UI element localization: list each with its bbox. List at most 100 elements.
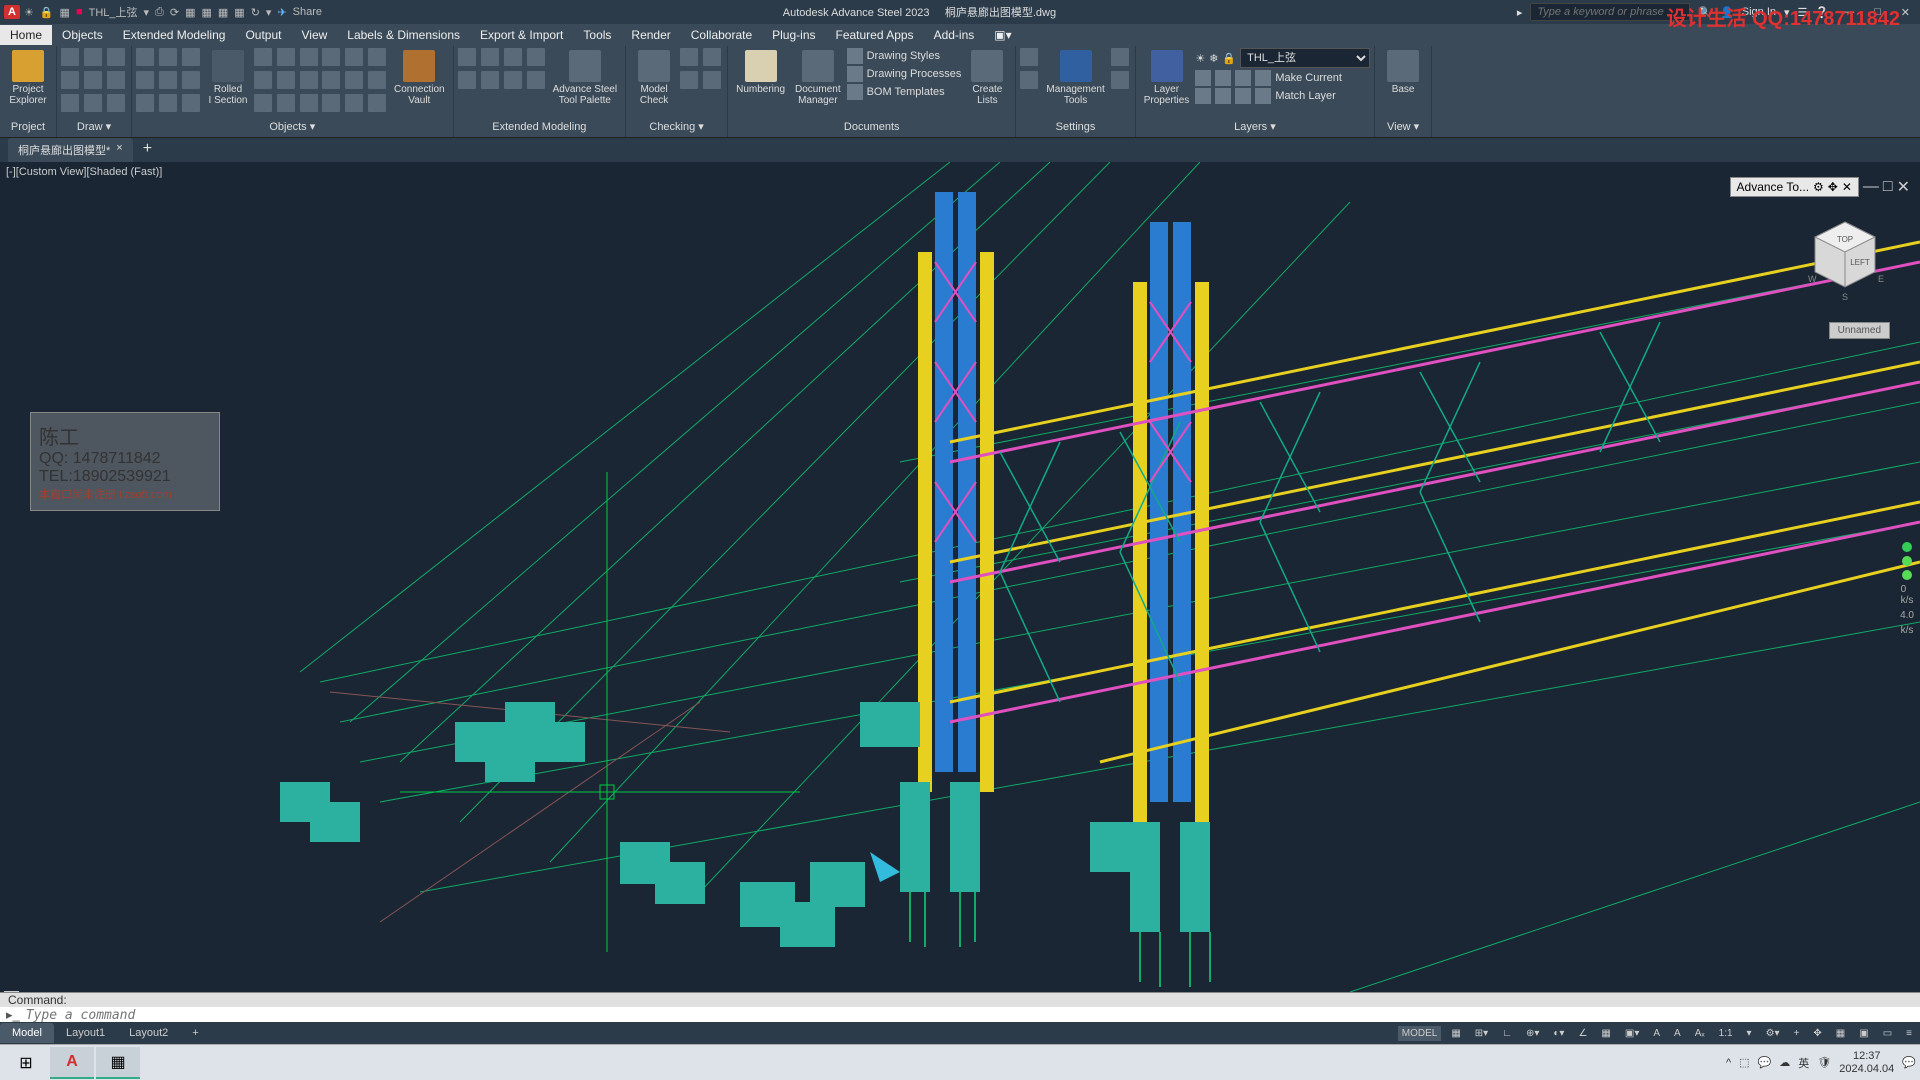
qat-icon[interactable]: ▦ — [60, 6, 70, 19]
drawing-processes-button[interactable]: Drawing Processes — [847, 66, 962, 82]
tray-icon[interactable]: ⬚ — [1739, 1056, 1749, 1069]
status-sc-icon[interactable]: Aₓ — [1691, 1026, 1709, 1041]
numbering-button[interactable]: Numbering — [732, 48, 789, 97]
status-vp-icon[interactable]: ▣ — [1855, 1026, 1872, 1041]
file-tab-close-icon[interactable]: × — [116, 142, 122, 158]
search-expand-icon[interactable]: ▸ — [1517, 6, 1523, 19]
status-scale[interactable]: 1:1 — [1715, 1026, 1737, 1041]
taskbar-app-advancesteel[interactable]: A — [50, 1047, 94, 1079]
obj-tool[interactable] — [182, 94, 200, 112]
status-polar-icon[interactable]: ⊕▾ — [1522, 1026, 1543, 1041]
obj-tool[interactable] — [136, 71, 154, 89]
command-input[interactable] — [26, 1008, 1920, 1023]
status-lwt-icon[interactable]: ▣▾ — [1621, 1026, 1643, 1041]
document-manager-button[interactable]: DocumentManager — [791, 48, 845, 108]
menu-labels-dimensions[interactable]: Labels & Dimensions — [337, 25, 470, 45]
vp-minimize-icon[interactable]: — — [1863, 178, 1879, 196]
obj-tool[interactable] — [368, 71, 386, 89]
obj-tool[interactable] — [300, 94, 318, 112]
check-tool[interactable] — [680, 48, 698, 66]
layer-combo[interactable]: THL_上弦 — [1240, 48, 1370, 68]
menu-featured-apps[interactable]: Featured Apps — [826, 25, 924, 45]
menu-extended-modeling[interactable]: Extended Modeling — [113, 25, 236, 45]
status-scale-drop-icon[interactable]: ▾ — [1743, 1026, 1756, 1041]
project-explorer-button[interactable]: ProjectExplorer — [4, 48, 52, 108]
taskbar-app-2[interactable]: ▦ — [96, 1047, 140, 1079]
extmod-tool[interactable] — [458, 48, 476, 66]
draw-tool[interactable] — [107, 94, 125, 112]
indicator-dot[interactable] — [1902, 542, 1912, 552]
extmod-tool[interactable] — [481, 71, 499, 89]
menu-tools[interactable]: Tools — [573, 25, 621, 45]
status-nav-icon[interactable]: ✥ — [1809, 1026, 1825, 1041]
share-icon[interactable]: ✈ — [277, 6, 286, 19]
qat-icon[interactable]: ▦ — [234, 6, 244, 19]
extmod-tool[interactable] — [504, 71, 522, 89]
menu-view[interactable]: View — [291, 25, 337, 45]
status-plus-icon[interactable]: + — [1790, 1026, 1804, 1041]
settings-tool[interactable] — [1111, 48, 1129, 66]
layer-state-icon[interactable]: ☀ — [1195, 52, 1205, 65]
obj-tool[interactable] — [182, 71, 200, 89]
settings-tool[interactable] — [1020, 71, 1038, 89]
file-tab[interactable]: 桐庐悬廊出图模型* × — [8, 138, 133, 162]
check-tool[interactable] — [680, 71, 698, 89]
draw-tool[interactable] — [61, 94, 79, 112]
draw-tool[interactable] — [84, 94, 102, 112]
extmod-tool[interactable] — [481, 48, 499, 66]
tray-notifications-icon[interactable]: 💬 — [1902, 1056, 1916, 1069]
obj-tool[interactable] — [277, 48, 295, 66]
obj-tool[interactable] — [300, 71, 318, 89]
nav-close-icon[interactable]: ✕ — [1842, 180, 1852, 194]
qat-icon[interactable]: ▦ — [201, 6, 211, 19]
rolled-isection-button[interactable]: RolledI Section — [204, 48, 252, 108]
check-tool[interactable] — [703, 71, 721, 89]
tray-icon[interactable]: 💬 — [1758, 1056, 1772, 1069]
nav-move-icon[interactable]: ✥ — [1828, 180, 1838, 194]
indicator-dot[interactable] — [1902, 570, 1912, 580]
obj-tool[interactable] — [322, 94, 340, 112]
obj-tool[interactable] — [159, 94, 177, 112]
obj-tool[interactable] — [277, 71, 295, 89]
status-transparency-icon[interactable]: A — [1649, 1026, 1664, 1041]
viewport[interactable]: [-][Custom View][Shaded (Fast)] — [0, 162, 1920, 992]
menu-home[interactable]: Home — [0, 25, 52, 45]
qat-icon[interactable]: ↻ — [251, 6, 260, 19]
status-osnap-icon[interactable]: ◐▾ — [1549, 1026, 1568, 1041]
check-tool[interactable] — [703, 48, 721, 66]
nav-toolbar[interactable]: Advance To... ⚙ ✥ ✕ — [1730, 177, 1859, 197]
obj-tool[interactable] — [254, 71, 272, 89]
obj-tool[interactable] — [136, 48, 154, 66]
qat-icon[interactable]: ☀ — [24, 6, 34, 19]
obj-tool[interactable] — [300, 48, 318, 66]
obj-tool[interactable] — [345, 94, 363, 112]
match-layer-button[interactable]: Match Layer — [1195, 88, 1370, 104]
status-ortho-icon[interactable]: ∟ — [1498, 1026, 1516, 1041]
qat-icon[interactable]: ⟳ — [170, 6, 179, 19]
extmod-tool[interactable] — [527, 48, 545, 66]
settings-tool[interactable] — [1020, 48, 1038, 66]
obj-tool[interactable] — [254, 48, 272, 66]
view-unnamed-label[interactable]: Unnamed — [1829, 322, 1890, 339]
draw-arc-tool[interactable] — [61, 71, 79, 89]
status-3dosnap-icon[interactable]: ∠ — [1574, 1026, 1591, 1041]
status-grid-icon[interactable]: ▦ — [1447, 1026, 1464, 1041]
make-current-button[interactable]: Make Current — [1195, 70, 1370, 86]
obj-tool[interactable] — [322, 71, 340, 89]
draw-circle-tool[interactable] — [107, 48, 125, 66]
qat-icon[interactable]: ▦ — [185, 6, 195, 19]
vp-close-icon[interactable]: ✕ — [1897, 177, 1910, 197]
obj-tool[interactable] — [345, 71, 363, 89]
status-snap-icon[interactable]: ⊞▾ — [1471, 1026, 1492, 1041]
management-tools-button[interactable]: ManagementTools — [1042, 48, 1108, 108]
start-button[interactable]: ⊞ — [4, 1047, 48, 1079]
layout-tab-model[interactable]: Model — [0, 1023, 54, 1043]
status-dyn-icon[interactable]: ▦ — [1597, 1026, 1614, 1041]
extmod-tool[interactable] — [458, 71, 476, 89]
tray-icon[interactable]: ☁ — [1779, 1056, 1790, 1069]
tray-expand-icon[interactable]: ^ — [1726, 1057, 1731, 1069]
tray-shield-icon[interactable]: 🛡 — [1817, 1056, 1831, 1069]
obj-tool[interactable] — [136, 94, 154, 112]
layout-tab-1[interactable]: Layout1 — [54, 1023, 117, 1043]
extmod-tool[interactable] — [504, 48, 522, 66]
